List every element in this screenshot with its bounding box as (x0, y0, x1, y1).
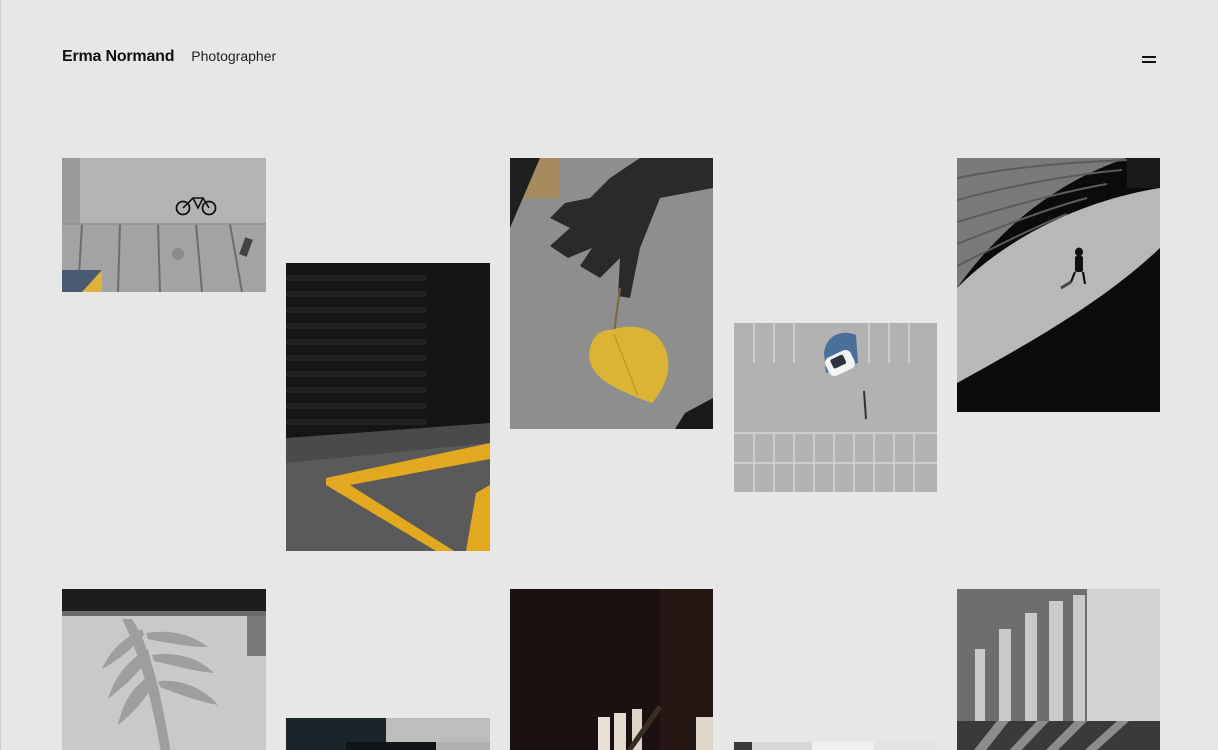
portfolio-page: Erma Normand Photographer (0, 0, 1218, 750)
menu-icon (1142, 56, 1156, 58)
gallery-photo-window-light[interactable] (510, 589, 713, 750)
site-name[interactable]: Erma Normand (62, 48, 174, 66)
site-header: Erma Normand Photographer (62, 48, 276, 66)
bicycle-photo-image (62, 158, 266, 292)
columns-photo-image (957, 589, 1160, 750)
gallery-photo-bicycle[interactable] (62, 158, 266, 292)
white-building-photo-image (734, 742, 937, 750)
gallery-photo-walker[interactable] (957, 158, 1160, 412)
gallery-photo-dark-building[interactable] (286, 718, 490, 750)
palm-shadow-photo-image (62, 589, 266, 750)
car-photo-image (734, 323, 937, 492)
window-light-photo-image (510, 589, 713, 750)
dark-building-photo-image (286, 718, 490, 750)
gallery-photo-garage[interactable] (286, 263, 490, 551)
walker-photo-image (957, 158, 1160, 412)
gallery-photo-leaf[interactable] (510, 158, 713, 429)
gallery-photo-car[interactable] (734, 323, 937, 492)
menu-button[interactable] (1141, 52, 1157, 66)
leaf-photo-image (510, 158, 713, 429)
gallery-photo-palm-shadow[interactable] (62, 589, 266, 750)
gallery-photo-columns[interactable] (957, 589, 1160, 750)
garage-photo-image (286, 263, 490, 551)
gallery-photo-white-building[interactable] (734, 742, 937, 750)
site-tagline: Photographer (191, 48, 277, 64)
